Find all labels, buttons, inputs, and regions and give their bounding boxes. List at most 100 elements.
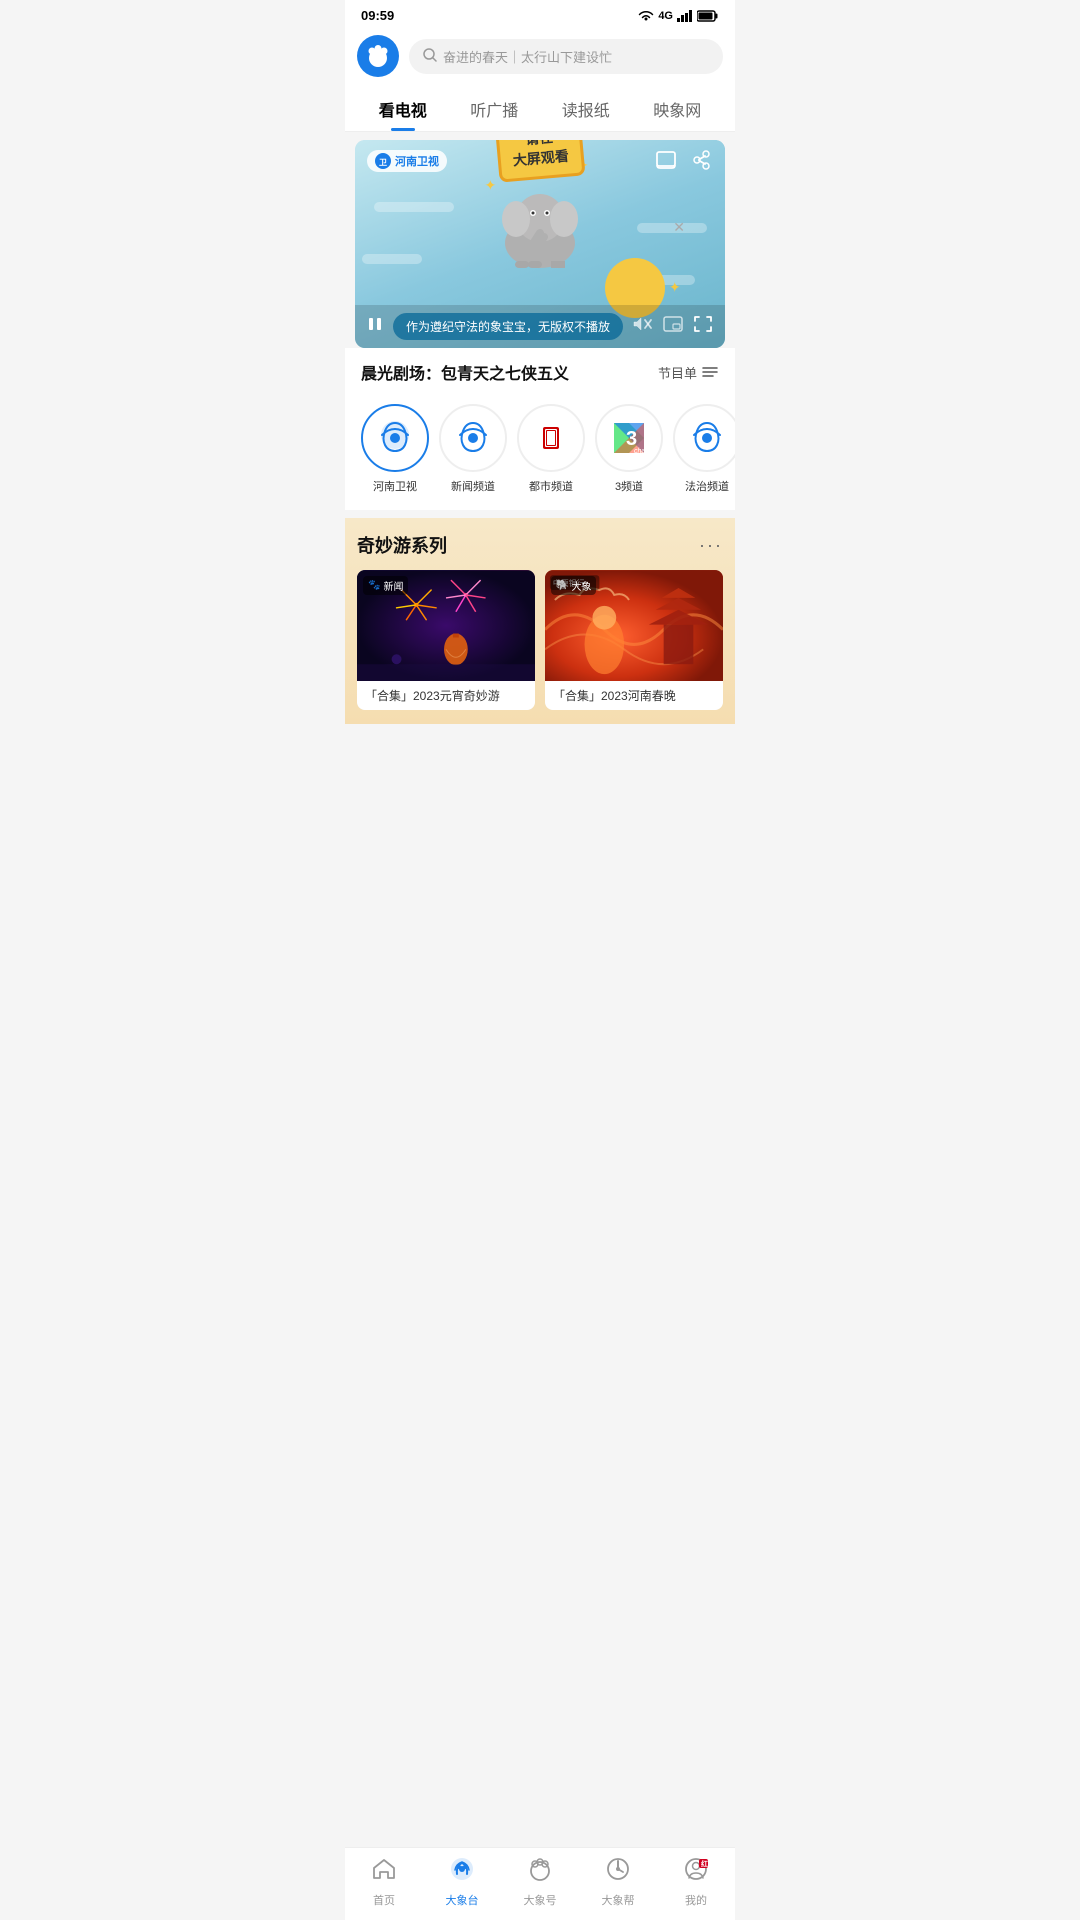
channel-label-dushi: 都市频道 [529,478,573,494]
nav-label-daxiangbang: 大象帮 [602,1892,635,1908]
app-logo[interactable] [357,35,399,77]
dushi-logo-icon [526,413,576,463]
share-button[interactable] [691,150,713,176]
qimiaoyou-section: 奇妙游系列 ··· [345,518,735,724]
channel-logo-icon: 卫 [375,153,391,169]
card-label-2: 「合集」2023河南春晚 [545,681,723,710]
channel-label-fazhi: 法治频道 [685,478,729,494]
header: 奋进的春天｜太行山下建设忙 [345,27,735,85]
daxiangtai-icon [449,1856,475,1889]
close-button[interactable]: ✕ [673,219,685,236]
channel-label-ch3: 3频道 [615,478,643,494]
channel-label-henan: 河南卫视 [373,478,417,494]
search-placeholder: 奋进的春天｜太行山下建设忙 [443,47,612,66]
nav-label-home: 首页 [373,1892,395,1908]
search-icon [423,48,437,65]
card-badge-2: 🐘 大象 [551,576,596,595]
nav-item-home[interactable]: 首页 [354,1856,414,1908]
status-time: 09:59 [361,8,394,23]
status-bar: 09:59 4G [345,0,735,27]
nav-item-daxiangbang[interactable]: 大象帮 [588,1856,648,1908]
schedule-icon [701,365,719,379]
channel-circle-news [439,404,507,472]
bottom-nav: 首页 大象台 大象号 [345,1847,735,1920]
channel-label-news: 新闻频道 [451,478,495,494]
schedule-button[interactable]: 节目单 [658,363,719,382]
channel-name: 河南卫视 [395,153,439,169]
nav-label-daxiangtai: 大象台 [446,1892,479,1908]
svg-text:卫: 卫 [379,158,387,167]
svg-text:红: 红 [701,1859,708,1868]
fullscreen-button[interactable] [693,315,713,338]
channel-item-fazhi[interactable]: 法治频道 [673,404,735,494]
ch3-logo-icon: 3 channel [604,413,654,463]
fazhi-logo-icon [682,413,732,463]
nav-item-daxianghao[interactable]: 大象号 [510,1856,570,1908]
channel-item-ch3[interactable]: 3 channel 3频道 [595,404,663,494]
tab-yingxiang[interactable]: 映象网 [632,85,724,131]
mine-icon: 红 [683,1856,709,1889]
content-grid: 🐾 新闻 「合集」2023元宵奇妙游 [357,570,723,710]
badge-icon-2: 🐘 [556,580,568,591]
video-player[interactable]: ✦ ✦ ✦ 请在大屏观看 [355,140,725,348]
badge-label-1: 新闻 [383,578,403,593]
battery-icon [697,10,719,22]
signal-icon [677,10,693,22]
channel-circle-henan [361,404,429,472]
cast-button[interactable] [655,150,677,176]
nav-item-mine[interactable]: 红 我的 [666,1856,726,1908]
paw-logo-icon [365,43,391,69]
card-thumbnail-1: 🐾 新闻 [357,570,535,681]
svg-text:channel: channel [634,448,654,455]
mute-button[interactable] [633,315,653,338]
video-top-controls [655,150,713,176]
card-label-1: 「合集」2023元宵奇妙游 [357,681,535,710]
video-bottom-bar: 作为遵纪守法的象宝宝，无版权不播放 [355,305,725,348]
nav-label-daxianghao: 大象号 [524,1892,557,1908]
section-title: 奇妙游系列 [357,532,447,558]
home-icon [371,1856,397,1889]
pause-button[interactable] [367,316,383,337]
badge-icon-1: 🐾 [368,580,380,591]
elephant-icon [490,183,590,268]
section-header: 奇妙游系列 ··· [357,532,723,558]
wifi-icon [638,10,654,22]
nav-label-mine: 我的 [685,1892,707,1908]
video-extra-icons [633,315,683,338]
card-thumbnail-2: 中原银行 🐘 大象 [545,570,723,681]
schedule-label: 节目单 [658,363,697,382]
nav-item-daxiangtai[interactable]: 大象台 [432,1856,492,1908]
program-info: 晨光剧场：包青天之七侠五义 节目单 [345,348,735,396]
channel-item-news[interactable]: 新闻频道 [439,404,507,494]
nav-tabs: 看电视 听广播 读报纸 映象网 [345,85,735,132]
svg-text:3: 3 [626,428,637,450]
tab-tv[interactable]: 看电视 [357,85,449,131]
content-card-2[interactable]: 中原银行 🐘 大象 「合集」2023河南春晚 [545,570,723,710]
elephant-area: 请在大屏观看 [490,140,590,268]
channel-item-henan[interactable]: 河南卫视 [361,404,429,494]
subtitle-text: 作为遵纪守法的象宝宝，无版权不播放 [393,313,623,340]
tab-radio[interactable]: 听广播 [449,85,541,131]
channel-circle-ch3: 3 channel [595,404,663,472]
channel-item-dushi[interactable]: 都市频道 [517,404,585,494]
daxiangbang-icon [605,1856,631,1889]
search-bar[interactable]: 奋进的春天｜太行山下建设忙 [409,39,723,74]
network-type: 4G [658,10,673,22]
henan-logo-icon [370,413,420,463]
program-title: 晨光剧场：包青天之七侠五义 [361,360,569,384]
badge-label-2: 大象 [571,578,591,593]
channel-logo-overlay: 卫 河南卫视 [367,150,447,172]
channel-circle-dushi [517,404,585,472]
content-card-1[interactable]: 🐾 新闻 「合集」2023元宵奇妙游 [357,570,535,710]
card-badge-1: 🐾 新闻 [363,576,408,595]
tab-newspaper[interactable]: 读报纸 [540,85,632,131]
channel-list: 河南卫视 新闻频道 [345,396,735,510]
status-icons: 4G [638,10,719,22]
sign-box: 请在大屏观看 [494,140,585,183]
channel-circle-fazhi [673,404,735,472]
news-logo-icon [448,413,498,463]
daxianghao-icon [527,1856,553,1889]
section-more-button[interactable]: ··· [699,535,723,556]
pip-button[interactable] [663,315,683,338]
sparkle-3: ✦ [669,279,681,296]
